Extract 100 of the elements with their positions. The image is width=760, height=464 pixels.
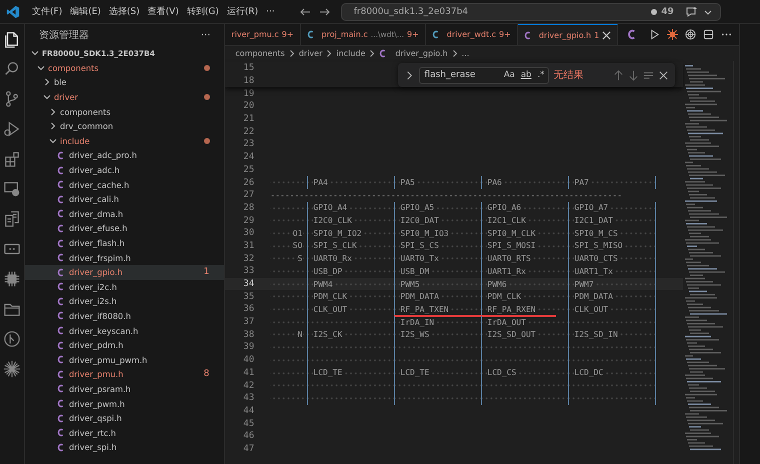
tree-item[interactable]: driver_rtc.h xyxy=(24,425,224,440)
editor-tab[interactable]: driver_gpio.h 1 xyxy=(518,24,618,45)
lines-icon[interactable] xyxy=(643,70,654,80)
code-cell: UART0_Rx xyxy=(307,252,394,265)
run-icon[interactable] xyxy=(2,120,21,138)
chevron-right-icon xyxy=(288,50,295,57)
command-search-field[interactable]: fr8000u_sdk1.3_2e037b4 49 xyxy=(340,2,721,20)
code-cell: LCD_TE xyxy=(307,366,394,380)
clipboard-icon[interactable] xyxy=(2,210,21,228)
breadcrumb-item[interactable]: driver_gpio.h xyxy=(395,49,448,58)
branch-icon[interactable] xyxy=(2,330,21,348)
close-icon[interactable] xyxy=(602,30,612,40)
code-cell: PA7 xyxy=(568,176,656,189)
chevron-icon[interactable] xyxy=(48,136,57,145)
tree-item[interactable]: driver_keyscan.h xyxy=(24,323,224,338)
more-button[interactable]: ··· xyxy=(200,30,210,40)
tree-item[interactable]: driver_gpio.h 1 xyxy=(24,264,224,280)
chevron-right-icon xyxy=(369,50,376,57)
problem-count: 1 xyxy=(204,267,210,278)
tree-item[interactable]: driver_i2c.h xyxy=(24,280,224,294)
split-editor-icon[interactable] xyxy=(703,29,714,40)
tree-item[interactable]: drv_common xyxy=(24,118,224,134)
tree-item[interactable]: driver_if8080.h xyxy=(24,308,224,324)
tree-item[interactable]: driver_efuse.h xyxy=(24,221,224,236)
line-number: 33 xyxy=(242,266,256,276)
breadcrumb-item[interactable]: components xyxy=(235,49,285,58)
breadcrumb-item[interactable]: driver xyxy=(298,49,322,58)
chip-icon[interactable] xyxy=(2,270,21,288)
code-cell: I2S_WS xyxy=(394,328,482,342)
tree-item[interactable]: driver_adc_pro.h xyxy=(24,148,224,163)
line-number: 25 xyxy=(242,164,256,175)
line-number: 42 xyxy=(242,380,256,391)
tree-item[interactable]: driver_cache.h xyxy=(24,177,224,192)
line-number: 23 xyxy=(242,139,256,150)
line-number: 47 xyxy=(242,444,256,454)
code-cell: S xyxy=(270,252,308,265)
arrow-down-icon[interactable] xyxy=(628,70,640,80)
tree-item[interactable]: driver_pwm.h xyxy=(24,396,224,411)
search-icon[interactable] xyxy=(2,60,21,78)
bug-icon[interactable] xyxy=(667,29,678,40)
menu-item[interactable]: ··· xyxy=(262,4,279,18)
chat-icon[interactable] xyxy=(686,6,698,18)
tree-item[interactable]: driver_psram.h xyxy=(24,382,224,396)
breadcrumb-item[interactable]: ... xyxy=(462,49,470,58)
problem-count: 8 xyxy=(204,369,210,380)
menu-item[interactable]: 查看(V) xyxy=(144,3,183,20)
code-cell: I2C1_DAT xyxy=(568,214,656,227)
chevron-icon[interactable] xyxy=(36,64,45,72)
tree-item[interactable]: components xyxy=(24,60,224,76)
tree-item[interactable]: include xyxy=(24,134,224,148)
line-number: 45 xyxy=(242,418,256,429)
tree-item[interactable]: driver_pdm.h xyxy=(24,338,224,352)
breadcrumb-item[interactable]: include xyxy=(336,49,366,58)
find-option-toggle[interactable]: Aa xyxy=(504,70,515,80)
chevron-icon[interactable] xyxy=(48,122,57,130)
menu-item[interactable]: 转到(G) xyxy=(182,3,223,20)
tree-item[interactable]: driver_spi.h xyxy=(24,440,224,455)
chevron-icon[interactable] xyxy=(42,93,51,102)
extensions-icon[interactable] xyxy=(2,150,21,168)
arrow-up-icon[interactable] xyxy=(613,70,624,80)
sparkle-icon[interactable] xyxy=(2,360,21,378)
menu-item[interactable]: 文件(F) xyxy=(28,3,66,20)
remote-icon[interactable] xyxy=(2,180,21,198)
menu-item[interactable]: 编辑(E) xyxy=(66,3,105,20)
files-icon[interactable] xyxy=(2,30,21,48)
tree-item[interactable]: driver_pmu_pwm.h xyxy=(24,352,224,368)
chevron-icon[interactable] xyxy=(30,49,39,58)
tree-item[interactable]: driver_i2s.h xyxy=(24,294,224,309)
tree-item[interactable]: driver_adc.h xyxy=(24,162,224,178)
find-option-toggle[interactable]: .* xyxy=(537,70,544,80)
code-cell: SPI0_M_CLK xyxy=(481,226,568,240)
column-divider xyxy=(655,176,656,189)
tree-item[interactable]: driver xyxy=(24,90,224,104)
find-option-toggle[interactable]: ab xyxy=(520,70,532,80)
tree-item[interactable]: driver_qspi.h xyxy=(24,410,224,426)
chevron-icon[interactable] xyxy=(42,78,51,86)
tree-item[interactable]: driver_cali.h xyxy=(24,192,224,207)
forward-arrow-icon[interactable] xyxy=(318,6,331,18)
menu-item[interactable]: 运行(R) xyxy=(222,3,262,20)
back-arrow-icon[interactable] xyxy=(298,6,311,18)
tree-item[interactable]: driver_frspim.h xyxy=(24,250,224,265)
line-number: 22 xyxy=(242,126,256,137)
close-icon[interactable] xyxy=(658,70,670,80)
chevron-right-icon xyxy=(326,50,332,57)
chevron-icon[interactable] xyxy=(48,108,57,116)
app-logo-icon[interactable] xyxy=(6,4,20,18)
code-cell: IrDA_OUT xyxy=(481,316,568,328)
tree-item[interactable]: driver_flash.h xyxy=(24,236,224,250)
status-dot-icon xyxy=(651,8,658,14)
tree-item[interactable]: driver_pmu.h 8 xyxy=(24,367,224,382)
run-icon[interactable] xyxy=(649,29,660,40)
tree-item[interactable]: driver_dma.h xyxy=(24,206,224,222)
code-cell: GPIO_A5 xyxy=(394,202,482,214)
code-cell: PA4 xyxy=(307,176,394,189)
tree-item[interactable]: ble xyxy=(24,75,224,90)
tree-item[interactable]: components xyxy=(24,104,224,119)
line-number: 21 xyxy=(242,114,256,124)
menu-item[interactable]: 选择(S) xyxy=(104,3,144,20)
find-input-field[interactable]: flash_erase Aa ab .* xyxy=(419,66,550,84)
code-cell: IrDA_IN xyxy=(394,316,482,328)
